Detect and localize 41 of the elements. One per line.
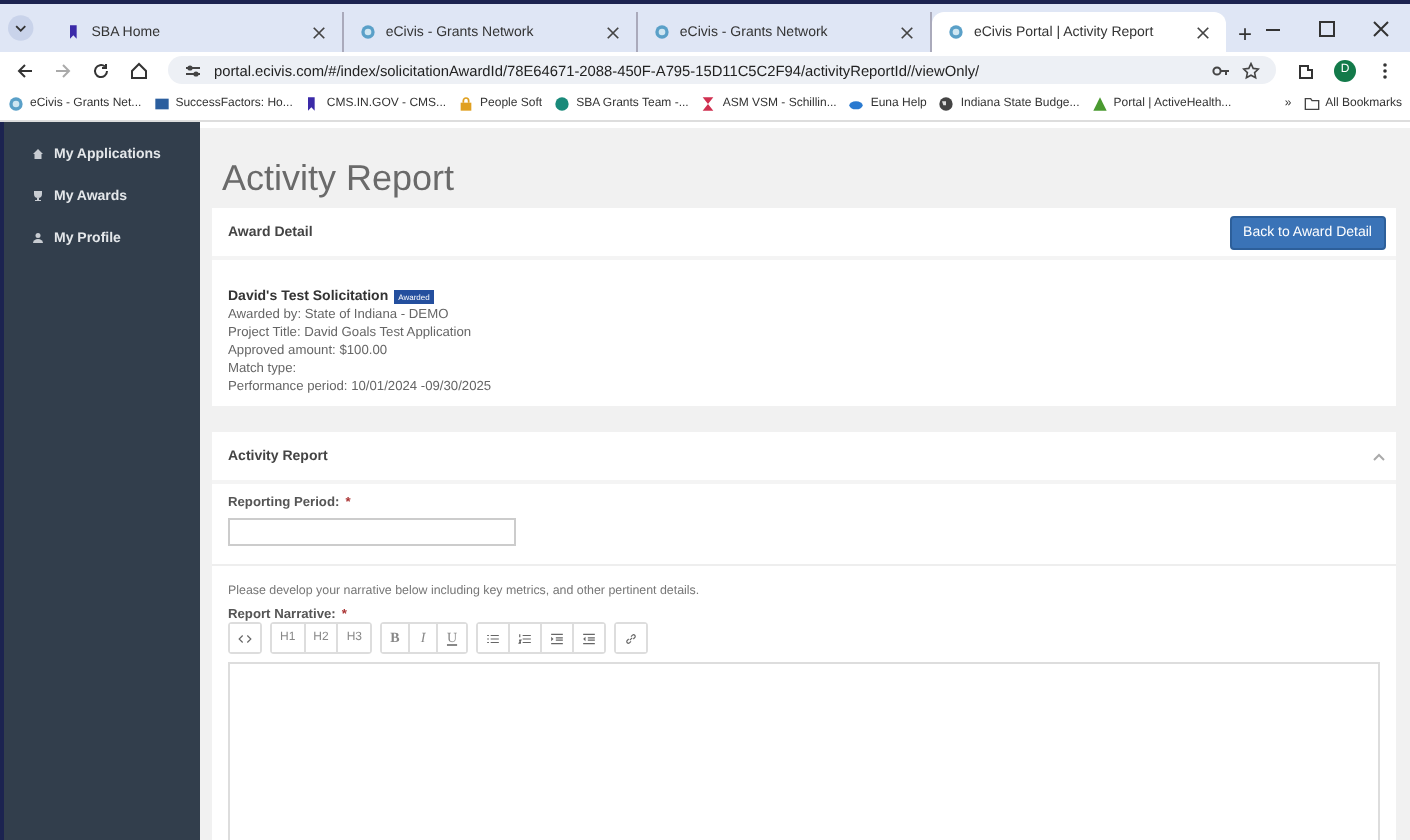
- key-icon[interactable]: [1212, 61, 1230, 79]
- numbered-list-icon: [518, 631, 533, 645]
- link-icon: [624, 631, 639, 645]
- home-icon: [32, 148, 44, 160]
- maximize-icon[interactable]: [1318, 19, 1336, 37]
- tab-search-icon[interactable]: [8, 14, 34, 42]
- globe-icon: [653, 24, 670, 40]
- globe-icon: [938, 96, 955, 112]
- back-arrow-icon[interactable]: [16, 61, 34, 79]
- bookmark-icon: [304, 96, 321, 112]
- reporting-period-field[interactable]: [228, 518, 516, 546]
- square-logo-icon: [153, 96, 170, 112]
- code-icon: [238, 631, 252, 645]
- reload-icon[interactable]: [92, 61, 110, 79]
- triangle-logo-icon: [1091, 96, 1108, 112]
- globe-icon: [947, 24, 964, 40]
- new-tab-button[interactable]: +: [1237, 20, 1252, 48]
- bulleted-list-icon: [486, 631, 501, 645]
- outdent-icon: [582, 631, 597, 645]
- bookmark-icon: [65, 24, 82, 40]
- cloud-icon: [848, 96, 865, 112]
- site-settings-icon[interactable]: [184, 61, 202, 79]
- close-icon[interactable]: [1372, 19, 1390, 37]
- circle-logo-icon: [554, 96, 571, 112]
- folder-icon: [1303, 96, 1320, 112]
- user-icon: [32, 232, 44, 244]
- close-icon[interactable]: [311, 25, 326, 39]
- globe-icon: [359, 24, 376, 40]
- lock-icon: [458, 96, 475, 112]
- hourglass-icon: [700, 96, 717, 112]
- close-icon[interactable]: [1195, 25, 1210, 39]
- close-icon[interactable]: [899, 25, 914, 39]
- star-icon[interactable]: [1242, 61, 1260, 79]
- indent-icon: [550, 631, 565, 645]
- extensions-icon[interactable]: [1296, 61, 1314, 79]
- page-title: Activity Report: [220, 156, 457, 202]
- globe-icon: [8, 96, 24, 112]
- close-icon[interactable]: [605, 25, 620, 39]
- home-icon[interactable]: [130, 61, 148, 79]
- trophy-icon: [32, 190, 44, 202]
- bulleted-list-button[interactable]: [478, 624, 511, 652]
